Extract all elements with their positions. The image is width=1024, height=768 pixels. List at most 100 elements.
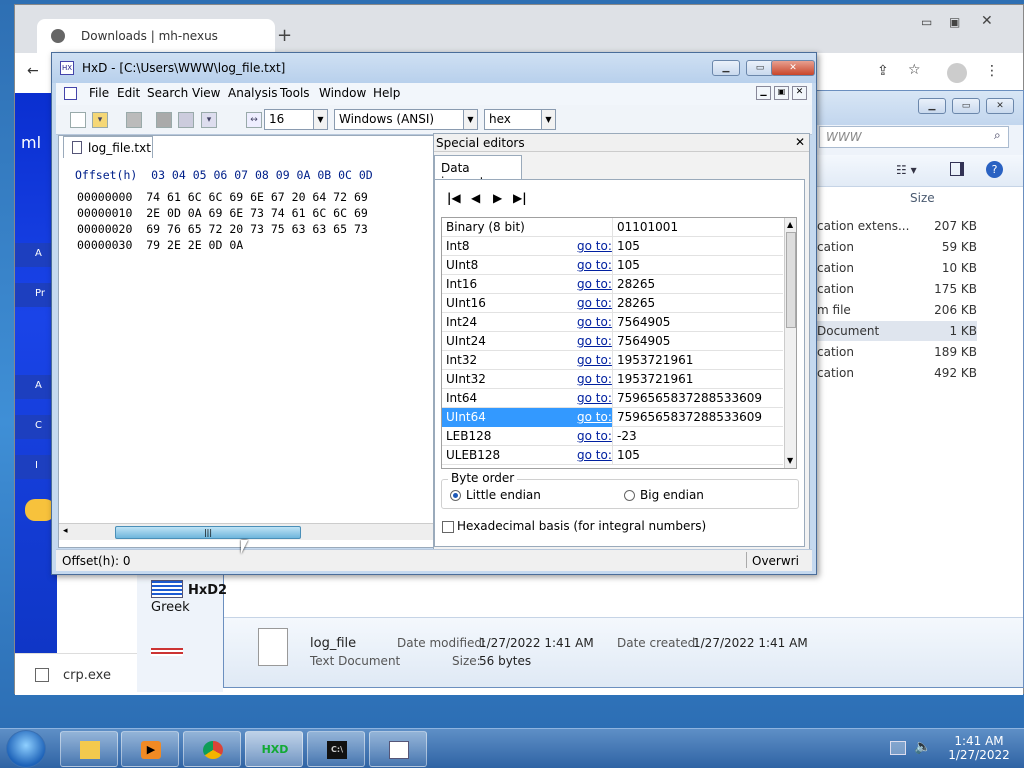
menu-view[interactable]: View [192,86,220,100]
little-endian-radio[interactable] [450,490,461,501]
profile-icon[interactable] [947,63,967,83]
close-button[interactable]: ✕ [986,98,1014,114]
big-endian-radio[interactable] [624,490,635,501]
inspector-row[interactable]: UInt32 go to: 1953721961 [442,370,783,389]
tab-data-inspector[interactable]: Data inspector [434,155,522,189]
lang-item-greek[interactable]: Greek [151,600,190,615]
taskbar-notepad[interactable] [369,731,427,767]
inspector-value[interactable]: -23 [617,429,637,443]
back-icon[interactable]: ← [27,63,39,79]
hex-row[interactable]: 00000000 74 61 6C 6C 69 6E 67 20 64 72 6… [77,190,368,204]
hex-row[interactable]: 00000030 79 2E 2E 0D 0A [77,238,243,252]
restore-icon[interactable]: ▣ [949,15,960,29]
clipboard-icon[interactable] [156,112,172,128]
close-icon[interactable]: ✕ [795,135,805,149]
scroll-thumb[interactable] [786,232,796,328]
minimize-button[interactable]: ▁ [918,98,946,114]
list-item[interactable]: cation 175 KB [817,279,977,299]
scroll-down-icon[interactable]: ▼ [787,456,793,465]
menu-edit[interactable]: Edit [117,86,140,100]
inspector-value[interactable]: 28265 [617,277,655,291]
next-icon[interactable]: ▶ [493,191,507,205]
inspector-row[interactable]: Int16 go to: 28265 [442,275,783,294]
inspector-row[interactable]: Int64 go to: 7596565837288533609 [442,389,783,408]
goto-link[interactable]: go to: [577,258,612,272]
open-folder-icon[interactable]: ▾ [92,112,108,128]
vertical-scrollbar[interactable]: ▲ ▼ [784,218,796,468]
inspector-value[interactable]: 7564905 [617,334,670,348]
size-column-header[interactable]: Size [910,191,935,205]
menu-file[interactable]: File [89,86,109,100]
more-menu-icon[interactable]: ⋮ [985,63,999,79]
tab-log-file[interactable]: log_file.txt [63,136,153,158]
print-icon[interactable] [178,112,194,128]
list-item[interactable]: cation 492 KB [817,363,977,383]
inspector-row[interactable]: UInt8 go to: 105 [442,256,783,275]
search-icon[interactable]: ⌕ [994,128,1001,143]
bytes-per-row-select[interactable]: 16 ▼ [264,109,328,130]
inspector-value[interactable]: 01101001 [617,220,678,234]
goto-link[interactable]: go to: [577,391,612,405]
scroll-left-icon[interactable]: ◂ [63,526,68,536]
maximize-button[interactable]: ▭ [746,60,774,76]
volume-icon[interactable]: 🔈 [914,739,931,755]
inspector-value[interactable]: 105 [617,258,640,272]
menu-help[interactable]: Help [373,86,400,100]
goto-link[interactable]: go to: [577,429,612,443]
first-icon[interactable]: |◀ [447,191,461,205]
lang-item-hxd[interactable]: HxD2 [188,583,227,598]
goto-link[interactable]: go to: [577,239,612,253]
hex-row[interactable]: 00000010 2E 0D 0A 69 6E 73 74 61 6C 6C 6… [77,206,368,220]
list-item[interactable]: m file 206 KB [817,300,977,320]
child-minimize-icon[interactable]: ▁ [756,86,771,100]
taskbar-hxd[interactable]: HXD [245,731,303,767]
taskbar-cmd[interactable]: C:\ [307,731,365,767]
inspector-row[interactable]: Int8 go to: 105 [442,237,783,256]
hex-basis-label[interactable]: Hexadecimal basis (for integral numbers) [457,519,706,533]
scroll-up-icon[interactable]: ▲ [787,220,793,229]
inspector-value[interactable]: 1953721961 [617,353,693,367]
inspector-value[interactable]: 1953721961 [617,372,693,386]
save-icon[interactable] [126,112,142,128]
inspector-row[interactable]: UInt64 go to: 7596565837288533609 [442,408,783,427]
inspector-value[interactable]: 28265 [617,296,655,310]
charset-select[interactable]: Windows (ANSI) ▼ [334,109,478,130]
little-endian-label[interactable]: Little endian [466,488,541,502]
inspector-row[interactable]: UInt16 go to: 28265 [442,294,783,313]
inspector-row[interactable]: Int24 go to: 7564905 [442,313,783,332]
new-tab-button[interactable]: + [277,25,292,46]
list-item-selected[interactable]: Document 1 KB [817,321,977,341]
previous-icon[interactable]: ◀ [471,191,485,205]
goto-link[interactable]: go to: [577,372,612,386]
inspector-row[interactable]: UInt24 go to: 7564905 [442,332,783,351]
minimize-icon[interactable]: ▭ [921,15,932,29]
paste-icon[interactable]: ▾ [201,112,217,128]
goto-link[interactable]: go to: [577,410,612,424]
network-icon[interactable] [890,741,906,755]
close-icon[interactable]: ✕ [981,13,993,29]
close-button[interactable]: ✕ [771,60,815,76]
goto-link[interactable]: go to: [577,334,612,348]
last-icon[interactable]: ▶| [513,191,527,205]
status-mode[interactable]: Overwri [752,554,799,568]
inspector-row[interactable]: ULEB128 go to: 105 [442,446,783,465]
chrome-tab[interactable]: Downloads | mh-nexus [37,19,275,53]
list-item[interactable]: cation 59 KB [817,237,977,257]
minimize-button[interactable]: ▁ [712,60,740,76]
preview-pane-icon[interactable] [950,162,964,176]
menu-search[interactable]: Search [147,86,188,100]
search-input[interactable]: WWW [819,126,1009,148]
help-icon[interactable]: ? [986,161,1003,178]
base-select[interactable]: hex ▼ [484,109,556,130]
goto-link[interactable]: go to: [577,296,612,310]
menu-analysis[interactable]: Analysis [228,86,277,100]
list-item[interactable]: cation 10 KB [817,258,977,278]
system-clock[interactable]: 1:41 AM 1/27/2022 [944,734,1014,762]
taskbar-chrome[interactable] [183,731,241,767]
start-button[interactable] [6,730,46,768]
inspector-value[interactable]: 7596565837288533609 [617,410,762,424]
list-item[interactable]: cation 189 KB [817,342,977,362]
star-icon[interactable]: ☆ [908,62,921,78]
taskbar-media-player[interactable]: ▶ [121,731,179,767]
inspector-value[interactable]: 7564905 [617,315,670,329]
